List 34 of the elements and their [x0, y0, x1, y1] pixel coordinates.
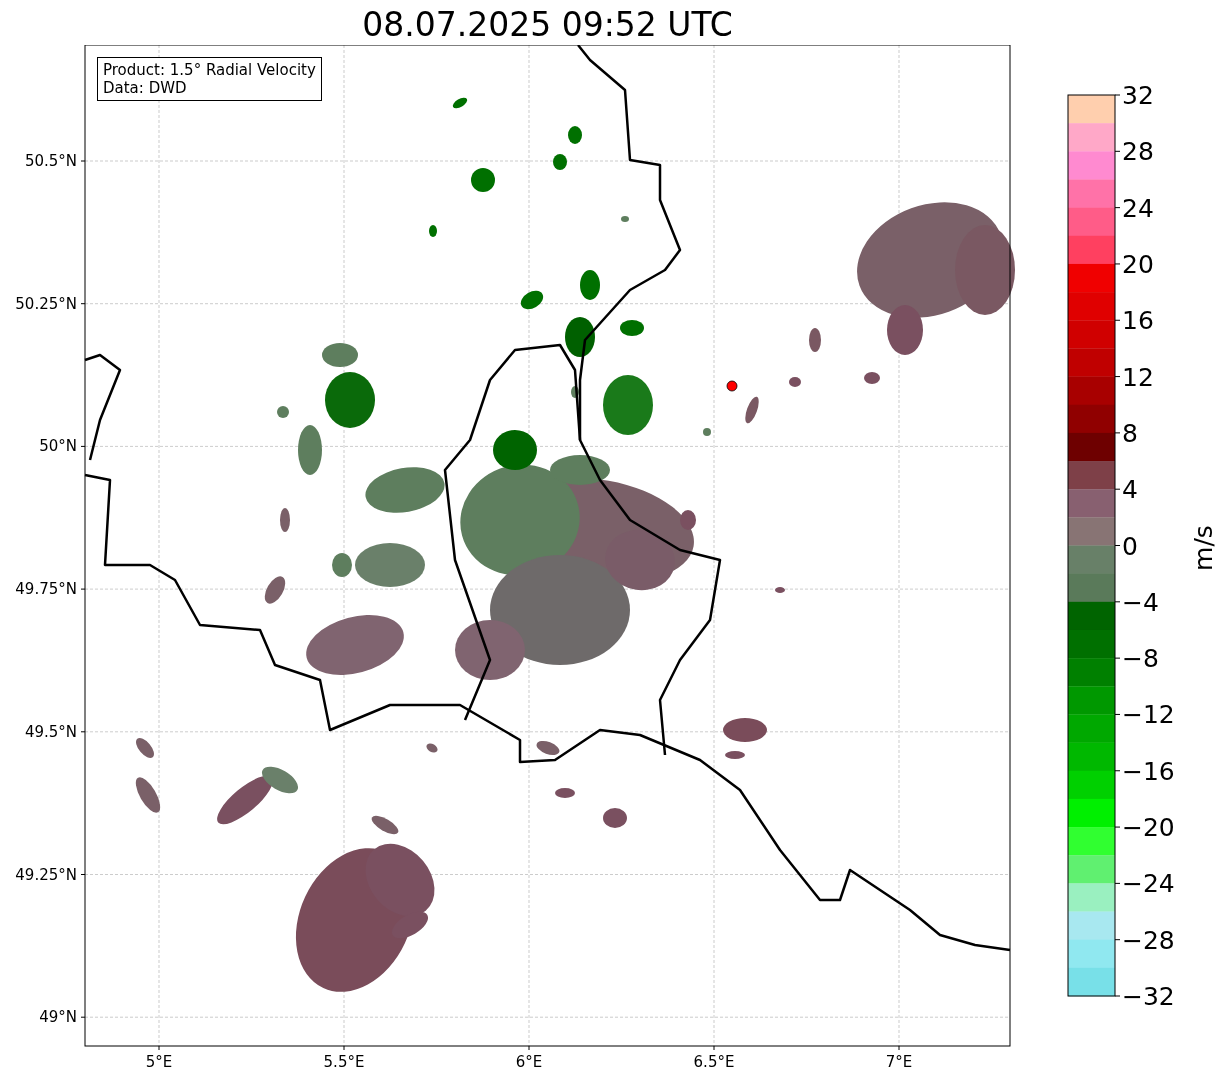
colorbar-tick-label: 24 — [1122, 193, 1154, 223]
colorbar-tick-label: −4 — [1122, 587, 1159, 617]
colorbar-unit-label: m/s — [1189, 525, 1218, 571]
axis-tick-label: 5.5°E — [323, 1053, 365, 1071]
axis-tick-label: 50.25°N — [15, 294, 77, 313]
axis-tick-label: 49°N — [39, 1008, 77, 1027]
colorbar-tick-label: 28 — [1122, 137, 1154, 167]
axis-tick-label: 50.5°N — [24, 152, 77, 170]
info-text: Product: 1.5° Radial Velocity — [103, 61, 316, 79]
info-text: Data: DWD — [103, 79, 188, 97]
axis-tick-label: 49.25°N — [15, 865, 77, 884]
axis-tick-label: 5°E — [145, 1053, 173, 1071]
colorbar-tick-label: −28 — [1122, 925, 1175, 955]
colorbar-tick-label: 12 — [1122, 362, 1154, 392]
colorbar-tick-label: 16 — [1122, 306, 1154, 336]
colorbar-tick-label: −20 — [1122, 813, 1175, 843]
figure-title: 08.07.2025 09:52 UTC — [362, 5, 733, 45]
axis-tick-label: 50°N — [39, 437, 77, 456]
colorbar-tick-label: 4 — [1122, 475, 1138, 505]
colorbar-tick-label: −12 — [1122, 700, 1175, 730]
axis-tick-label: 6.5°E — [693, 1053, 735, 1071]
colorbar-tick-label: 20 — [1122, 249, 1154, 279]
colorbar-tick-label: −8 — [1122, 644, 1159, 674]
colorbar-tick-label: 8 — [1122, 418, 1138, 448]
colorbar-tick-label: −32 — [1122, 982, 1175, 1011]
axis-tick-label: 49.75°N — [15, 580, 77, 599]
axis-tick-label: 6°E — [515, 1053, 543, 1071]
colorbar-tick-label: 32 — [1122, 81, 1154, 110]
colorbar-tick-label: 0 — [1122, 531, 1138, 561]
axis-tick-label: 7°E — [885, 1053, 913, 1071]
axis-tick-label: 49.5°N — [24, 722, 77, 741]
colorbar-tick-label: −16 — [1122, 756, 1175, 786]
radar-site-marker — [726, 380, 738, 392]
colorbar-tick-label: −24 — [1122, 869, 1175, 899]
